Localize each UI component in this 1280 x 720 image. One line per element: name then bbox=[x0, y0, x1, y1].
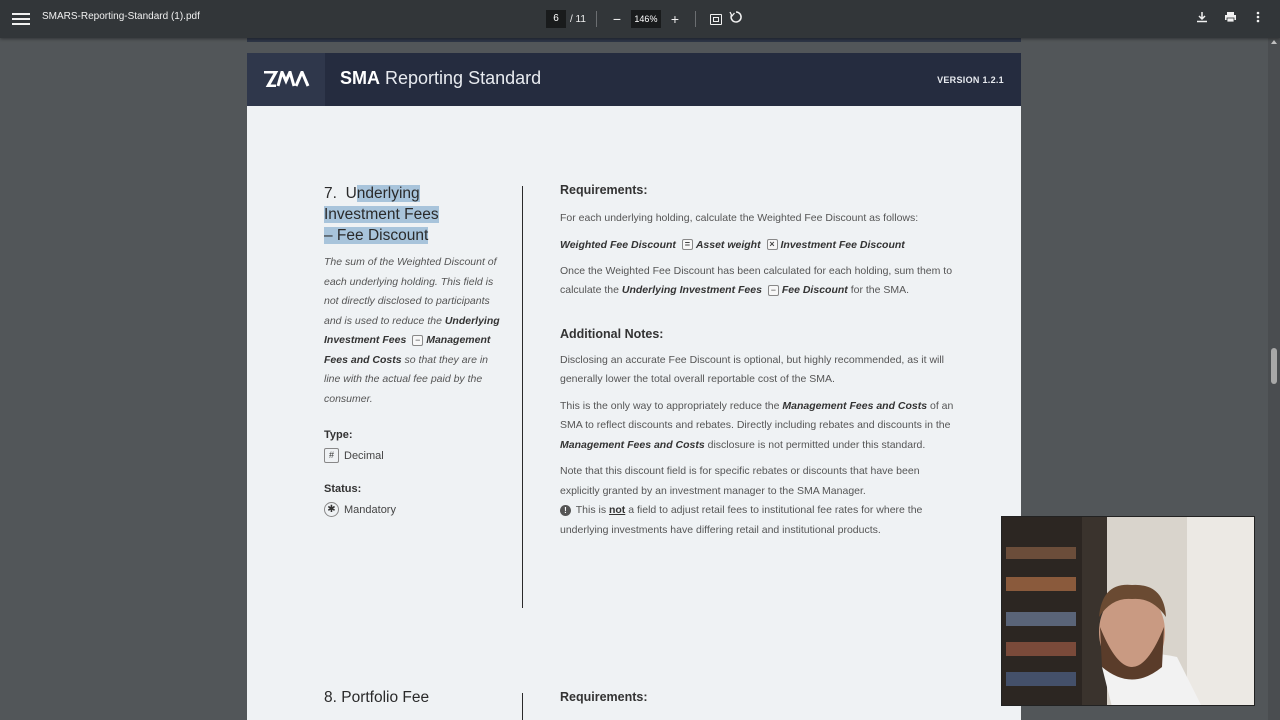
para-bold: Fee Discount bbox=[781, 284, 848, 296]
asterisk-icon: ✱ bbox=[324, 502, 339, 517]
header-title: SMA Reporting Standard bbox=[340, 68, 541, 89]
page-number-input[interactable]: 6 bbox=[546, 10, 566, 28]
scrollbar-thumb[interactable] bbox=[1271, 348, 1277, 384]
section-number: 7. bbox=[324, 185, 337, 202]
para-text: for the SMA. bbox=[847, 284, 910, 296]
status-value: Mandatory bbox=[344, 503, 396, 516]
formula: Weighted Fee Discount = Asset weight × Inv… bbox=[560, 236, 955, 255]
toolbar-separator bbox=[595, 11, 597, 27]
title-prefix: U bbox=[345, 185, 357, 202]
header-title-bold: SMA bbox=[340, 68, 380, 88]
para-bold: Management Fees and Costs bbox=[560, 438, 705, 451]
pdf-toolbar: SMARS-Reporting-Standard (1).pdf 6 / 11 … bbox=[0, 0, 1280, 38]
note-paragraph: Note that this discount field is for spe… bbox=[560, 462, 955, 540]
type-label: Type: bbox=[324, 429, 353, 441]
pdf-page: SMA Reporting Standard VERSION 1.2.1 7. … bbox=[247, 53, 1021, 720]
para-text: This is the only way to appropriately re… bbox=[560, 399, 783, 412]
para-emphasis: not bbox=[608, 504, 626, 516]
section-7-sidebar: 7. Underlying Investment Fees – Fee Disc… bbox=[324, 183, 504, 517]
zoom-input[interactable]: 146% bbox=[630, 10, 661, 28]
para-text: Note that this discount field is for spe… bbox=[560, 465, 920, 497]
zoom-out-button[interactable]: − bbox=[607, 9, 627, 29]
vertical-scrollbar[interactable] bbox=[1268, 38, 1280, 720]
minus-operator-icon: − bbox=[412, 334, 424, 346]
hash-icon: # bbox=[324, 448, 339, 463]
requirements-paragraph: For each underlying holding, calculate t… bbox=[560, 212, 919, 224]
document-filename: SMARS-Reporting-Standard (1).pdf bbox=[42, 11, 200, 22]
webcam-video-frame bbox=[1002, 517, 1254, 705]
minus-operator-icon: − bbox=[767, 284, 779, 296]
version-label: VERSION 1.2.1 bbox=[937, 75, 1004, 85]
additional-notes-heading: Additional Notes: bbox=[560, 326, 664, 341]
section-8-requirements-heading: Requirements: bbox=[560, 690, 648, 704]
previous-page-edge bbox=[247, 38, 1021, 42]
column-divider bbox=[522, 186, 523, 608]
header-title-light: Reporting Standard bbox=[385, 68, 542, 88]
para-bold: Underlying Investment Fees bbox=[621, 284, 762, 296]
equals-operator-icon: = bbox=[681, 239, 693, 251]
multiply-operator-icon: × bbox=[766, 239, 778, 251]
page-total: / 11 bbox=[570, 13, 586, 25]
para-bold: Management Fees and Costs bbox=[782, 399, 928, 412]
section-7-description: The sum of the Weighted Discount of each… bbox=[324, 253, 504, 409]
sma-logo bbox=[247, 53, 325, 106]
status-value-row: ✱ Mandatory bbox=[324, 502, 504, 517]
download-icon[interactable] bbox=[1192, 9, 1212, 29]
hamburger-icon[interactable] bbox=[12, 10, 30, 28]
type-value-row: # Decimal bbox=[324, 448, 504, 463]
webcam-overlay bbox=[1001, 516, 1255, 706]
requirements-paragraph: Once the Weighted Fee Discount has been … bbox=[560, 262, 955, 301]
warning-icon: ! bbox=[560, 504, 571, 516]
page-controls: 6 / 11 − 146% + bbox=[546, 9, 746, 29]
title-highlight-1: nderlying bbox=[356, 185, 420, 202]
scroll-up-arrow-icon[interactable] bbox=[1271, 40, 1277, 44]
toolbar-separator bbox=[694, 11, 696, 27]
rotate-icon[interactable] bbox=[726, 9, 746, 29]
formula-term: Investment Fee Discount bbox=[780, 238, 905, 251]
note-paragraph: Disclosing an accurate Fee Discount is o… bbox=[560, 353, 945, 386]
section-7-title: 7. Underlying Investment Fees – Fee Disc… bbox=[324, 183, 504, 246]
print-icon[interactable] bbox=[1220, 9, 1240, 29]
formula-term: Weighted Fee Discount bbox=[560, 238, 676, 251]
section-7-content: Requirements: For each underlying holdin… bbox=[560, 183, 955, 540]
type-value: Decimal bbox=[344, 449, 384, 462]
title-highlight-2: Investment Fees bbox=[324, 206, 439, 223]
para-text: This is bbox=[573, 504, 609, 516]
page-header: SMA Reporting Standard VERSION 1.2.1 bbox=[247, 53, 1021, 106]
title-highlight-3: – Fee Discount bbox=[324, 227, 429, 244]
formula-term: Asset weight bbox=[695, 238, 761, 251]
fit-page-icon[interactable] bbox=[709, 13, 722, 25]
section-8-title: 8. Portfolio Fee bbox=[324, 689, 430, 706]
more-vertical-icon[interactable] bbox=[1248, 9, 1268, 29]
requirements-heading: Requirements: bbox=[560, 183, 648, 197]
toolbar-actions bbox=[1192, 9, 1268, 29]
note-paragraph: This is the only way to appropriately re… bbox=[560, 397, 955, 456]
column-divider bbox=[522, 693, 523, 720]
para-text: disclosure is not permitted under this s… bbox=[704, 438, 926, 451]
zoom-in-button[interactable]: + bbox=[665, 9, 685, 29]
status-label: Status: bbox=[324, 483, 362, 495]
